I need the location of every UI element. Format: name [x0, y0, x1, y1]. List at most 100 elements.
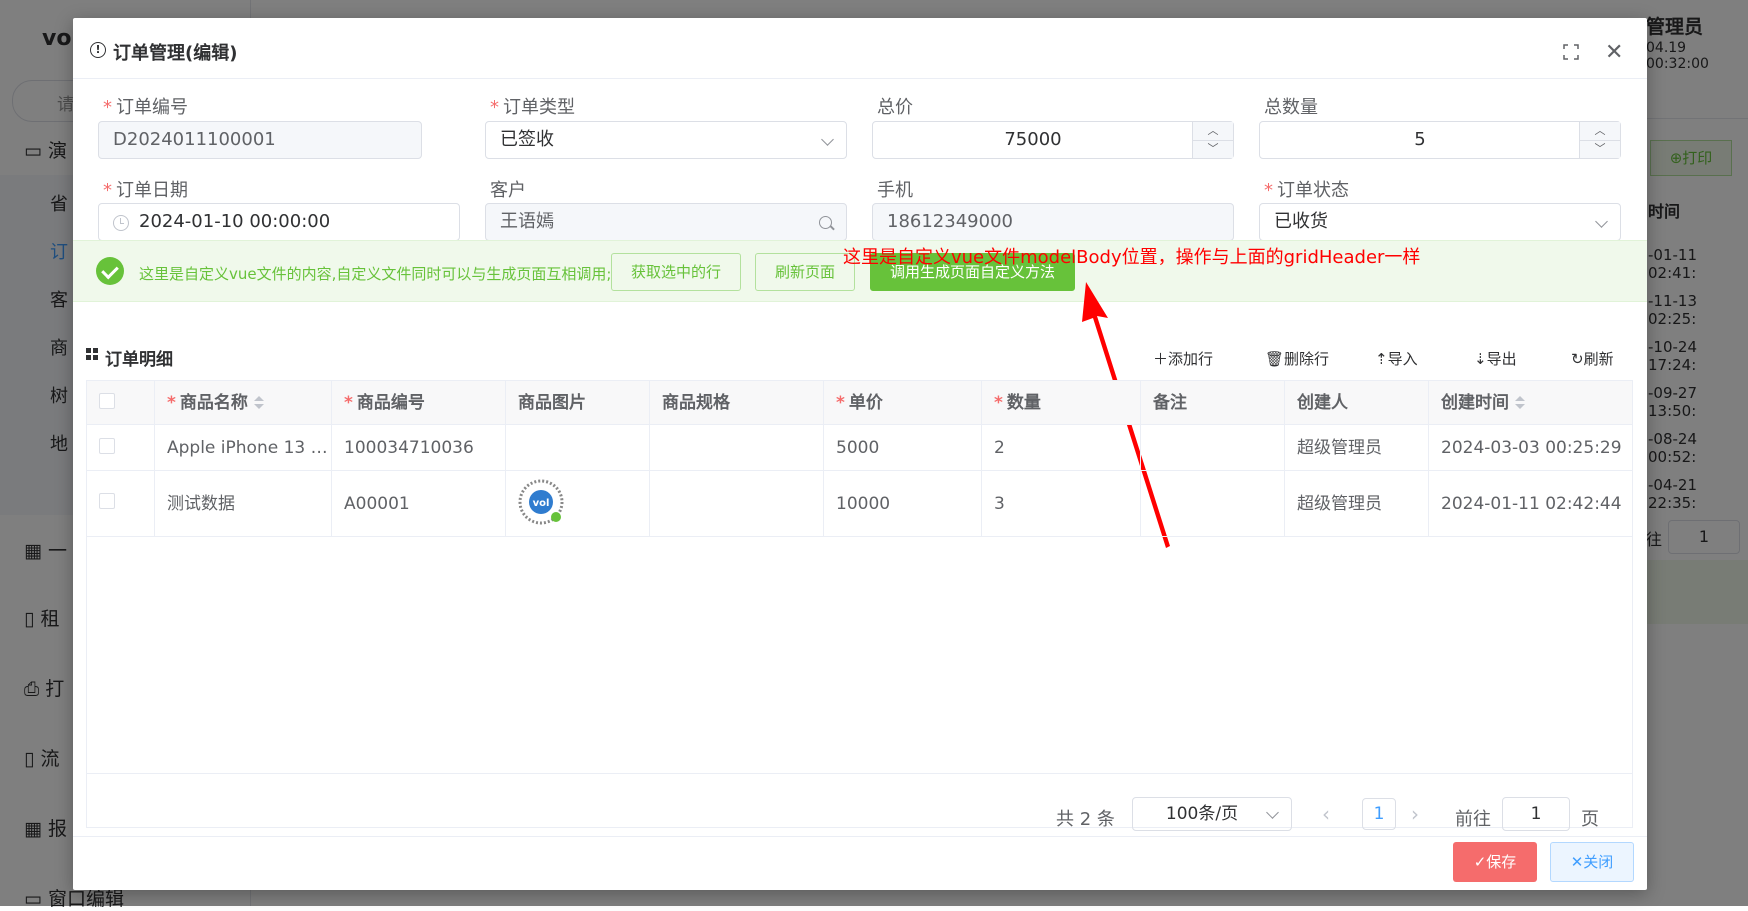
order-no-label: * 订单编号	[103, 97, 188, 118]
table-cell: 超级管理员	[1285, 425, 1429, 471]
col-header: 创建人	[1285, 381, 1429, 425]
row-select-cell	[87, 425, 155, 471]
close-button[interactable]: ✕关闭	[1550, 842, 1634, 882]
col-header[interactable]: * 商品名称	[155, 381, 332, 425]
row-select-cell	[87, 471, 155, 537]
select-all-cell	[87, 381, 155, 425]
next-page-icon[interactable]: ›	[1411, 802, 1419, 826]
annotation-text: 这里是自定义vue文件modelBody位置，操作与上面的gridHeader一…	[843, 247, 1421, 268]
total-qty-input[interactable]: 5 ︿ ﹀	[1259, 121, 1621, 159]
pagination-total: 共 2 条	[1056, 809, 1115, 830]
info-icon: !	[90, 42, 106, 58]
order-type-select[interactable]: 已签收	[485, 121, 847, 159]
export-button[interactable]: ⇣导出	[1474, 348, 1517, 369]
table-cell[interactable]: A00001	[332, 471, 506, 537]
table-cell: 2024-03-03 00:25:29	[1429, 425, 1632, 471]
chevron-down-icon	[1266, 806, 1279, 819]
refresh-page-button[interactable]: 刷新页面	[755, 253, 855, 291]
refresh-button[interactable]: ↻刷新	[1571, 348, 1614, 369]
save-button[interactable]: ✓保存	[1453, 842, 1537, 882]
grid-icon	[86, 348, 99, 361]
chevron-down-icon	[1595, 215, 1608, 228]
total-price-input[interactable]: 75000 ︿ ﹀	[872, 121, 1234, 159]
plus-icon: ＋	[1153, 350, 1169, 368]
close-icon[interactable]: ✕	[1605, 40, 1623, 65]
table-cell[interactable]	[1141, 471, 1285, 537]
table-cell[interactable]: 2	[982, 425, 1141, 471]
total-qty-value: 5	[1414, 129, 1426, 150]
upload-icon: ⇡	[1375, 350, 1388, 368]
prev-page-icon[interactable]: ‹	[1322, 802, 1330, 826]
total-price-label: 总价	[877, 97, 913, 118]
detail-table: * 商品名称 * 商品编号 商品图片 商品规格 * 单价 * 数量 备注 创建人 创建时…	[86, 380, 1633, 828]
table-cell[interactable]: 5000	[824, 425, 982, 471]
table-cell[interactable]: 100034710036	[332, 425, 506, 471]
goto-suffix: 页	[1581, 809, 1599, 830]
goto-page-input[interactable]: 1	[1502, 797, 1570, 831]
decrease-icon[interactable]: ﹀	[1193, 140, 1233, 158]
number-stepper: ︿ ﹀	[1192, 122, 1233, 158]
get-selected-rows-button[interactable]: 获取选中的行	[611, 253, 741, 291]
col-header: 商品图片	[506, 381, 650, 425]
table-cell: 超级管理员	[1285, 471, 1429, 537]
order-status-select[interactable]: 已收货	[1259, 203, 1621, 241]
order-no-field[interactable]: D2024011100001	[98, 121, 422, 159]
total-price-value: 75000	[1004, 129, 1062, 150]
custom-component-text: 这里是自定义vue文件的内容,自定义文件同时可以与生成页面互相调用;	[139, 265, 612, 283]
dialog-title: 订单管理(编辑)	[113, 43, 238, 64]
table-cell: 2024-01-11 02:42:44	[1429, 471, 1632, 537]
phone-field[interactable]: 18612349000	[872, 203, 1234, 241]
detail-title: 订单明细	[105, 350, 173, 370]
check-circle-icon	[96, 257, 124, 285]
table-cell[interactable]: 测试数据	[155, 471, 332, 537]
col-header: 商品规格	[650, 381, 824, 425]
order-date-picker[interactable]: 2024-01-10 00:00:00	[98, 203, 460, 241]
download-icon: ⇣	[1474, 350, 1487, 368]
goto-label: 前往	[1455, 809, 1491, 830]
col-header[interactable]: 创建时间	[1429, 381, 1632, 425]
customer-label: 客户	[490, 180, 526, 201]
number-stepper: ︿ ﹀	[1579, 122, 1620, 158]
import-button[interactable]: ⇡导入	[1375, 348, 1418, 369]
current-page[interactable]: 1	[1362, 798, 1396, 830]
table-cell[interactable]: 3	[982, 471, 1141, 537]
delete-row-button[interactable]: 🗑删除行	[1265, 348, 1329, 369]
row-checkbox[interactable]	[99, 493, 115, 509]
sort-icon[interactable]	[1515, 395, 1525, 411]
dialog-header: ! 订单管理(编辑) ✕	[73, 18, 1647, 79]
svg-text:vol: vol	[533, 498, 550, 509]
page-size-select[interactable]: 100条/页	[1132, 797, 1292, 831]
increase-icon[interactable]: ︿	[1193, 122, 1233, 141]
col-header: 备注	[1141, 381, 1285, 425]
table-cell[interactable]	[1141, 425, 1285, 471]
table-cell[interactable]: vol	[506, 471, 650, 537]
table-cell[interactable]: 10000	[824, 471, 982, 537]
product-image-icon[interactable]: vol	[518, 479, 564, 525]
refresh-icon: ↻	[1571, 350, 1584, 368]
table-cell[interactable]: Apple iPhone 13 (…	[155, 425, 332, 471]
total-qty-label: 总数量	[1264, 97, 1318, 118]
sort-icon[interactable]	[253, 395, 264, 411]
search-icon[interactable]	[819, 216, 832, 229]
add-row-button[interactable]: ＋添加行	[1153, 348, 1213, 369]
phone-label: 手机	[877, 180, 913, 201]
dialog-footer	[73, 836, 1647, 891]
table-cell[interactable]	[506, 425, 650, 471]
table-cell[interactable]	[650, 471, 824, 537]
col-header: * 商品编号	[332, 381, 506, 425]
chevron-down-icon	[821, 133, 834, 146]
order-date-label: * 订单日期	[103, 180, 188, 201]
clock-icon	[113, 215, 129, 231]
table-cell[interactable]	[650, 425, 824, 471]
col-header: * 单价	[824, 381, 982, 425]
row-checkbox[interactable]	[99, 438, 115, 454]
increase-icon[interactable]: ︿	[1580, 122, 1620, 141]
trash-icon: 🗑	[1265, 350, 1285, 368]
fullscreen-icon[interactable]	[1563, 44, 1579, 60]
customer-field[interactable]: 王语嫣	[485, 203, 847, 241]
decrease-icon[interactable]: ﹀	[1580, 140, 1620, 158]
col-header: * 数量	[982, 381, 1141, 425]
select-all-checkbox[interactable]	[99, 393, 115, 409]
order-status-label: * 订单状态	[1264, 180, 1349, 201]
edit-dialog: ! 订单管理(编辑) ✕ * 订单编号 D2024011100001 * 订单类型 …	[73, 18, 1647, 890]
